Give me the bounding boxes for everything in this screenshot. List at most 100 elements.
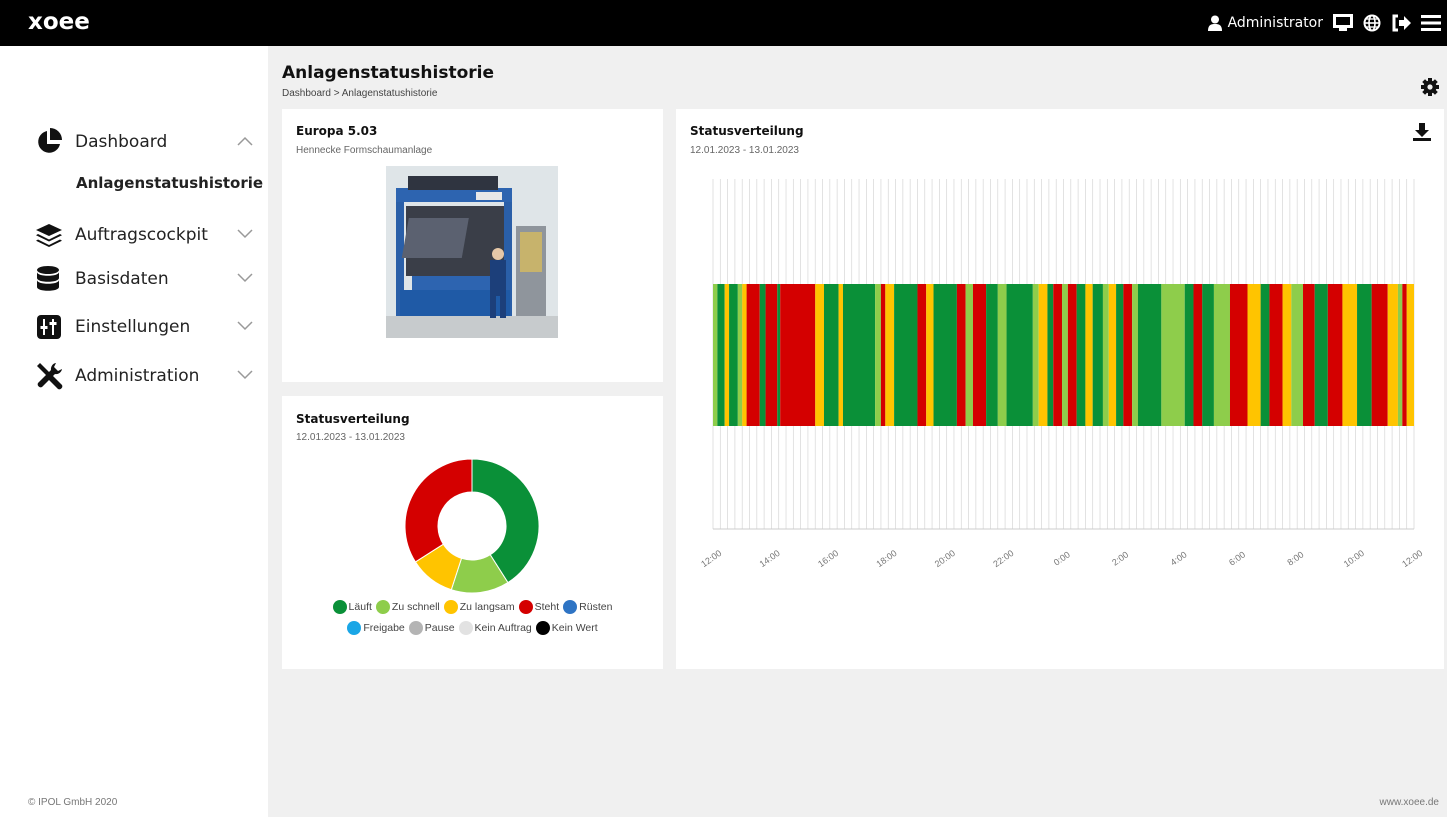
legend-item[interactable]: Freigabe	[347, 620, 405, 635]
timeline-segment-21[interactable]	[933, 284, 957, 426]
timeline-segment-5[interactable]	[742, 284, 747, 426]
timeline-segment-57[interactable]	[1342, 284, 1358, 426]
user-menu[interactable]: Administrator	[1207, 15, 1323, 31]
timeline-segment-7[interactable]	[759, 284, 766, 426]
timeline-segment-34[interactable]	[1076, 284, 1086, 426]
sidebar-item-administration[interactable]: Administration	[34, 359, 264, 393]
timeline-segment-29[interactable]	[1038, 284, 1048, 426]
chevron-down-icon[interactable]	[237, 229, 253, 239]
timeline-segment-2[interactable]	[724, 284, 730, 426]
timeline-segment-45[interactable]	[1193, 284, 1203, 426]
timeline-segment-36[interactable]	[1092, 284, 1103, 426]
legend-item[interactable]: Läuft	[332, 599, 372, 614]
copyright-text: © IPOL GmbH 2020	[28, 797, 118, 808]
timeline-segment-6[interactable]	[746, 284, 760, 426]
timeline-segment-61[interactable]	[1397, 284, 1403, 426]
timeline-segment-15[interactable]	[875, 284, 881, 426]
timeline-segment-43[interactable]	[1161, 284, 1185, 426]
legend-item[interactable]: Kein Auftrag	[458, 620, 532, 635]
timeline-segment-35[interactable]	[1085, 284, 1093, 426]
timeline-segment-31[interactable]	[1053, 284, 1063, 426]
timeline-segment-59[interactable]	[1371, 284, 1388, 426]
sidebar-item-basisdaten[interactable]: Basisdaten	[34, 262, 264, 296]
timeline-segment-32[interactable]	[1062, 284, 1068, 426]
timeline-segment-49[interactable]	[1247, 284, 1261, 426]
timeline-segment-55[interactable]	[1314, 284, 1328, 426]
timeline-segment-44[interactable]	[1184, 284, 1194, 426]
timeline-segment-63[interactable]	[1406, 284, 1414, 426]
monitor-icon[interactable]	[1333, 14, 1353, 32]
timeline-segment-47[interactable]	[1213, 284, 1230, 426]
timeline-segment-27[interactable]	[1006, 284, 1033, 426]
donut-slice-3[interactable]	[404, 458, 473, 563]
timeline-segment-30[interactable]	[1047, 284, 1054, 426]
chevron-down-icon[interactable]	[237, 273, 253, 283]
timeline-segment-24[interactable]	[972, 284, 987, 426]
sidebar: Dashboard Anlagenstatushistorie Auftrags…	[0, 46, 268, 817]
timeline-segment-28[interactable]	[1032, 284, 1039, 426]
timeline-segment-14[interactable]	[842, 284, 876, 426]
legend-label: Zu schnell	[391, 600, 440, 613]
logout-icon[interactable]	[1391, 14, 1411, 32]
timeline-segment-42[interactable]	[1137, 284, 1162, 426]
timeline-segment-51[interactable]	[1269, 284, 1283, 426]
machine-card: Europa 5.03 Hennecke Formschaumanlage	[282, 109, 663, 382]
gear-icon[interactable]	[1421, 78, 1439, 96]
timeline-segment-38[interactable]	[1108, 284, 1117, 426]
timeline-segment-23[interactable]	[965, 284, 973, 426]
timeline-segment-22[interactable]	[956, 284, 966, 426]
timeline-segment-12[interactable]	[823, 284, 839, 426]
timeline-segment-40[interactable]	[1123, 284, 1133, 426]
xoee-logo[interactable]: xoee	[28, 9, 123, 35]
sidebar-subitem-anlagenstatushistorie[interactable]: Anlagenstatushistorie	[76, 174, 263, 192]
timeline-segment-25[interactable]	[986, 284, 998, 426]
legend-item[interactable]: Kein Wert	[535, 620, 598, 635]
timeline-segment-20[interactable]	[926, 284, 934, 426]
timeline-segment-3[interactable]	[729, 284, 738, 426]
legend-item[interactable]: Rüsten	[563, 599, 612, 614]
sidebar-item-auftragscockpit[interactable]: Auftragscockpit	[34, 218, 264, 252]
timeline-segment-9[interactable]	[777, 284, 781, 426]
timeline-segment-58[interactable]	[1357, 284, 1372, 426]
timeline-segment-54[interactable]	[1303, 284, 1315, 426]
legend-item[interactable]: Zu langsam	[443, 599, 515, 614]
legend-item[interactable]: Zu schnell	[375, 599, 440, 614]
menu-icon[interactable]	[1421, 14, 1441, 32]
timeline-segment-17[interactable]	[885, 284, 895, 426]
timeline-segment-50[interactable]	[1260, 284, 1270, 426]
timeline-segment-16[interactable]	[880, 284, 886, 426]
chevron-up-icon[interactable]	[237, 136, 253, 146]
timeline-segment-4[interactable]	[737, 284, 743, 426]
chevron-down-icon[interactable]	[237, 321, 253, 331]
timeline-segment-62[interactable]	[1402, 284, 1407, 426]
breadcrumb[interactable]: Dashboard > Anlagenstatushistorie	[282, 88, 437, 99]
timeline-segment-19[interactable]	[917, 284, 927, 426]
globe-icon[interactable]	[1363, 14, 1381, 32]
timeline-segment-41[interactable]	[1132, 284, 1138, 426]
footer-url[interactable]: www.xoee.de	[1380, 797, 1439, 808]
timeline-segment-13[interactable]	[838, 284, 843, 426]
timeline-segment-8[interactable]	[765, 284, 778, 426]
sidebar-item-dashboard[interactable]: Dashboard	[34, 125, 264, 159]
timeline-segment-56[interactable]	[1327, 284, 1343, 426]
timeline-segment-37[interactable]	[1102, 284, 1109, 426]
timeline-segment-1[interactable]	[717, 284, 725, 426]
timeline-segment-39[interactable]	[1116, 284, 1124, 426]
top-right-toolbar: Administrator	[1207, 0, 1441, 46]
sidebar-item-einstellungen[interactable]: Einstellungen	[34, 310, 264, 344]
legend-dot	[563, 599, 578, 614]
timeline-segment-46[interactable]	[1202, 284, 1214, 426]
timeline-segment-60[interactable]	[1387, 284, 1398, 426]
timeline-segment-53[interactable]	[1291, 284, 1304, 426]
timeline-segment-10[interactable]	[780, 284, 816, 426]
timeline-segment-11[interactable]	[815, 284, 824, 426]
timeline-segment-18[interactable]	[894, 284, 918, 426]
timeline-segment-26[interactable]	[997, 284, 1007, 426]
chevron-down-icon[interactable]	[237, 370, 253, 380]
legend-item[interactable]: Pause	[408, 620, 455, 635]
timeline-segment-52[interactable]	[1282, 284, 1292, 426]
legend-item[interactable]: Steht	[518, 599, 559, 614]
timeline-segment-33[interactable]	[1067, 284, 1077, 426]
timeline-segment-48[interactable]	[1229, 284, 1248, 426]
timeline-segment-0[interactable]	[713, 284, 718, 426]
